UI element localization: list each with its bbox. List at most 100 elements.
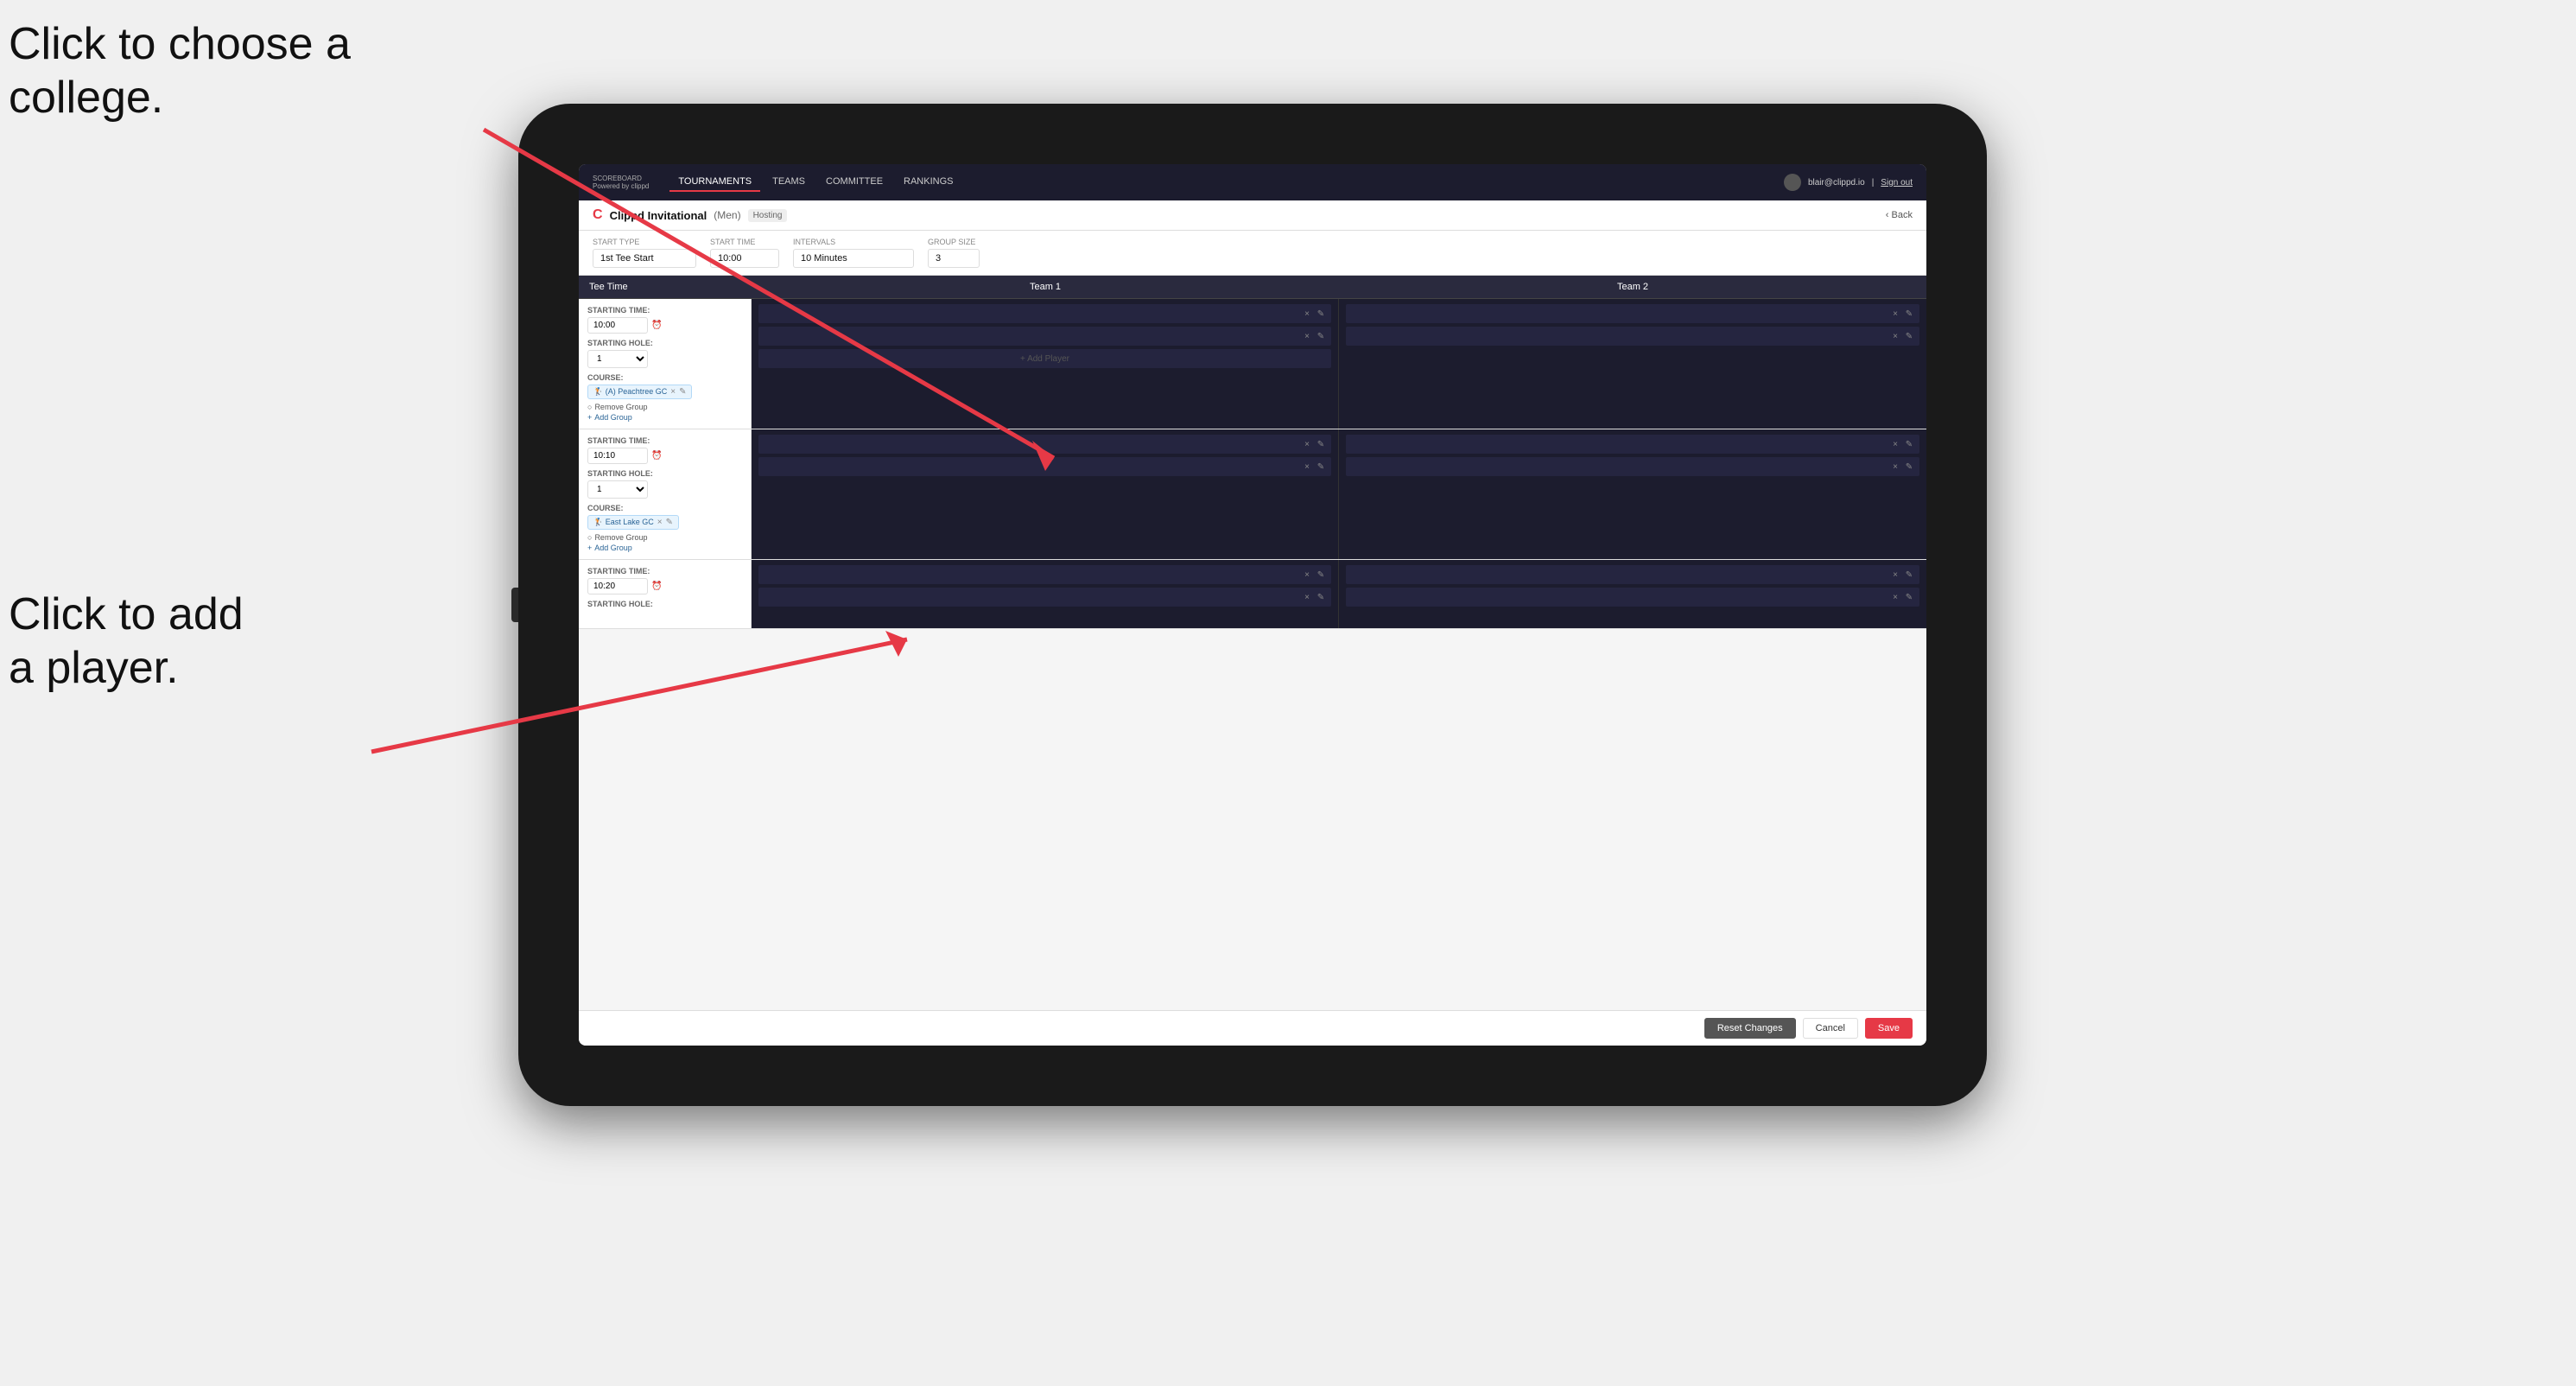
slot-edit-btn[interactable]: ✎ [1904, 569, 1914, 580]
player-slot[interactable]: × ✎ [758, 435, 1331, 454]
start-time-input[interactable] [710, 249, 779, 268]
nav-tab-tournaments[interactable]: TOURNAMENTS [669, 173, 760, 192]
player-slot[interactable]: × ✎ [1346, 327, 1919, 346]
intervals-label: Intervals [793, 238, 914, 246]
starting-time-label: STARTING TIME: [587, 306, 742, 315]
group-size-group: Group Size 3 [928, 238, 980, 268]
main-content: STARTING TIME: ⏰ STARTING HOLE: 1 COURSE… [579, 299, 1926, 1010]
slot-x-btn[interactable]: × [1302, 569, 1312, 580]
course-tag-1[interactable]: 🏌 (A) Peachtree GC × ✎ [587, 385, 692, 399]
group-size-select[interactable]: 3 [928, 249, 980, 268]
player-slot[interactable]: × ✎ [758, 457, 1331, 476]
team1-col-2: × ✎ × ✎ [752, 429, 1339, 559]
slot-edit-btn[interactable]: ✎ [1316, 308, 1326, 319]
slot-controls: × ✎ [1890, 331, 1914, 341]
starting-time-value-2: ⏰ [587, 448, 742, 464]
reset-button[interactable]: Reset Changes [1704, 1018, 1796, 1039]
player-slot[interactable]: × ✎ [758, 304, 1331, 323]
team1-col-1: × ✎ × ✎ + Add Player [752, 299, 1339, 429]
player-slot[interactable]: × ✎ [1346, 304, 1919, 323]
tournament-name: Clippd Invitational [610, 209, 707, 222]
starting-hole-label-3: STARTING HOLE: [587, 600, 742, 608]
slot-x-btn[interactable]: × [1890, 461, 1900, 472]
slot-edit-btn[interactable]: ✎ [1904, 439, 1914, 449]
controls-row: Start Type 1st Tee Start Start Time Inte… [579, 231, 1926, 276]
starting-time-label-3: STARTING TIME: [587, 567, 742, 575]
course-tag-2[interactable]: 🏌 East Lake GC × ✎ [587, 515, 679, 530]
hole-select-1[interactable]: 1 [587, 350, 648, 368]
slot-edit-btn[interactable]: ✎ [1316, 461, 1326, 472]
sign-out-link[interactable]: Sign out [1881, 178, 1913, 188]
back-button[interactable]: ‹ Back [1886, 210, 1913, 220]
course-tag-remove-1[interactable]: × [670, 387, 676, 397]
tablet-side-button [511, 588, 518, 622]
intervals-select[interactable]: 10 Minutes [793, 249, 914, 268]
player-slot[interactable]: × ✎ [1346, 588, 1919, 607]
starting-hole-label-2: STARTING HOLE: [587, 469, 742, 478]
course-tag-edit-1[interactable]: ✎ [679, 387, 686, 397]
cancel-button[interactable]: Cancel [1803, 1018, 1858, 1039]
hole-select-2[interactable]: 1 [587, 480, 648, 499]
time-input-1[interactable] [587, 317, 648, 334]
course-label-2: COURSE: [587, 504, 742, 512]
group-actions-2: ○ Remove Group + Add Group [587, 533, 742, 552]
player-slot[interactable]: × ✎ [1346, 435, 1919, 454]
slot-edit-btn[interactable]: ✎ [1904, 308, 1914, 319]
starting-time-value-3: ⏰ [587, 578, 742, 594]
nav-logo-text: SCOREBOARD [593, 175, 649, 182]
tablet-frame: SCOREBOARD Powered by clippd TOURNAMENTS… [518, 104, 1987, 1106]
annotation-bottom: Click to add a player. [9, 588, 244, 696]
nav-tab-rankings[interactable]: RANKINGS [895, 173, 961, 192]
slot-x-btn[interactable]: × [1890, 308, 1900, 319]
player-slot[interactable]: × ✎ [758, 588, 1331, 607]
nav-tab-committee[interactable]: COMMITTEE [817, 173, 891, 192]
player-slot[interactable]: × ✎ [758, 327, 1331, 346]
slot-edit-btn[interactable]: ✎ [1904, 331, 1914, 341]
remove-group-btn-2[interactable]: ○ Remove Group [587, 533, 742, 542]
tee-row: STARTING TIME: ⏰ STARTING HOLE: 1 COURSE… [579, 299, 1926, 429]
player-slot[interactable]: × ✎ [758, 565, 1331, 584]
course-label-1: COURSE: [587, 373, 742, 382]
slot-x-btn[interactable]: × [1890, 569, 1900, 580]
slot-x-btn[interactable]: × [1302, 439, 1312, 449]
add-group-btn-2[interactable]: + Add Group [587, 544, 742, 552]
annotation-top: Click to choose a college. [9, 17, 351, 125]
divider: | [1872, 178, 1875, 188]
slot-controls: × ✎ [1890, 439, 1914, 449]
slot-x-btn[interactable]: × [1302, 308, 1312, 319]
time-input-3[interactable] [587, 578, 648, 594]
course-tag-remove-2[interactable]: × [657, 518, 663, 527]
player-slot[interactable]: × ✎ [1346, 457, 1919, 476]
save-button[interactable]: Save [1865, 1018, 1913, 1039]
course-tag-edit-2[interactable]: ✎ [666, 518, 673, 527]
player-slot[interactable]: × ✎ [1346, 565, 1919, 584]
slot-x-btn[interactable]: × [1890, 331, 1900, 341]
col-team1: Team 1 [752, 276, 1339, 298]
slot-x-btn[interactable]: × [1302, 592, 1312, 602]
slot-x-btn[interactable]: × [1890, 592, 1900, 602]
annotation-bottom-line1: Click to add [9, 589, 244, 639]
add-group-btn-1[interactable]: + Add Group [587, 413, 742, 422]
slot-edit-btn[interactable]: ✎ [1316, 569, 1326, 580]
slot-x-btn[interactable]: × [1890, 439, 1900, 449]
starting-hole-value-1: 1 [587, 350, 742, 368]
nav-logo: SCOREBOARD Powered by clippd [593, 175, 649, 190]
slot-edit-btn[interactable]: ✎ [1316, 592, 1326, 602]
start-time-label: Start Time [710, 238, 779, 246]
start-type-select[interactable]: 1st Tee Start [593, 249, 696, 268]
slot-edit-btn[interactable]: ✎ [1904, 461, 1914, 472]
slot-edit-btn[interactable]: ✎ [1316, 331, 1326, 341]
tee-sidebar-3: STARTING TIME: ⏰ STARTING HOLE: [579, 560, 752, 628]
tournament-gender: (Men) [714, 209, 740, 221]
hosting-badge: Hosting [748, 209, 788, 222]
tablet-screen: SCOREBOARD Powered by clippd TOURNAMENTS… [579, 164, 1926, 1046]
remove-group-btn-1[interactable]: ○ Remove Group [587, 403, 742, 411]
time-input-2[interactable] [587, 448, 648, 464]
slot-x-btn[interactable]: × [1302, 461, 1312, 472]
nav-tab-teams[interactable]: TEAMS [764, 173, 814, 192]
slot-edit-btn[interactable]: ✎ [1316, 439, 1326, 449]
slot-x-btn[interactable]: × [1302, 331, 1312, 341]
slot-edit-btn[interactable]: ✎ [1904, 592, 1914, 602]
player-slot-empty[interactable]: + Add Player [758, 349, 1331, 368]
slot-controls: × ✎ [1302, 439, 1326, 449]
